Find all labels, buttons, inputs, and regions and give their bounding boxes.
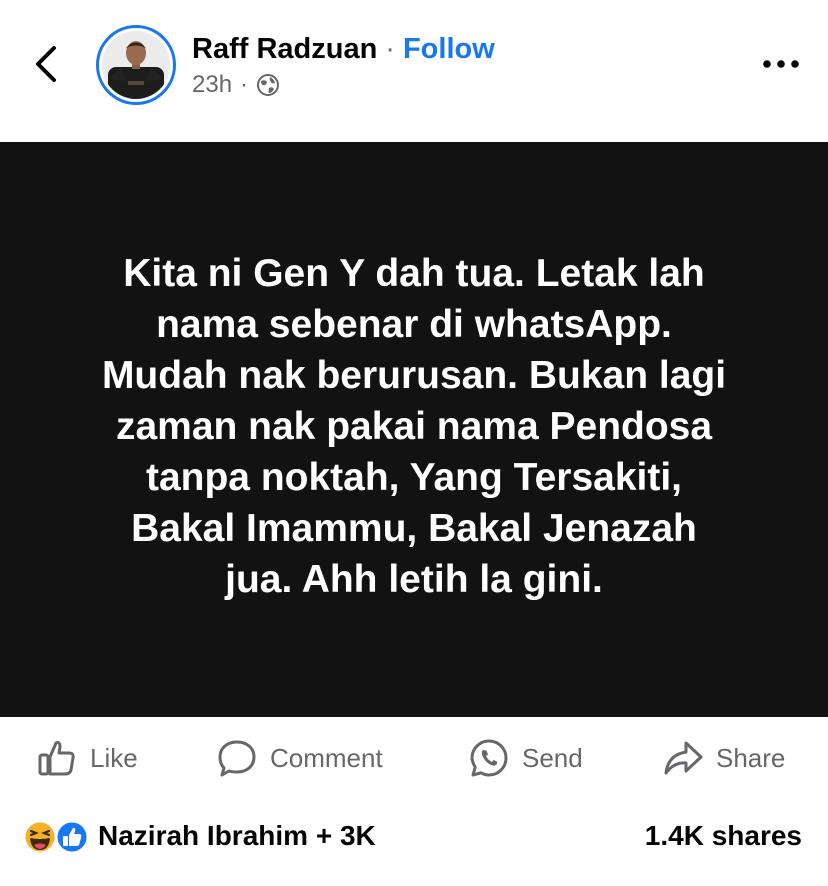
post-line: zaman nak pakai nama Pendosa bbox=[115, 405, 713, 448]
shares-count[interactable]: 1.4K shares bbox=[645, 820, 802, 852]
share-arrow-icon bbox=[664, 741, 703, 775]
post-footer: Nazirah Ibrahim + 3K 1.4K shares bbox=[0, 812, 828, 862]
like-label: Like bbox=[90, 742, 138, 773]
like-reaction-icon bbox=[54, 819, 90, 855]
post-actions: Like Comment Send Share bbox=[0, 730, 828, 786]
post-line: jua. Ahh letih la gini. bbox=[225, 558, 603, 601]
comment-label: Comment bbox=[270, 742, 383, 773]
send-label: Send bbox=[522, 742, 583, 773]
comment-icon bbox=[218, 740, 256, 777]
name-separator: · bbox=[385, 32, 395, 65]
text-post[interactable]: Kita ni Gen Y dah tua. Letak lah nama se… bbox=[0, 142, 828, 717]
thumbs-up-icon bbox=[38, 741, 75, 776]
post-timestamp[interactable]: 23h bbox=[192, 71, 232, 99]
haha-reaction-icon bbox=[22, 819, 58, 855]
post-line: Kita ni Gen Y dah tua. Letak lah bbox=[123, 252, 705, 295]
post-header: Raff Radzuan · Follow 23h · bbox=[0, 0, 828, 142]
reaction-summary[interactable] bbox=[22, 819, 92, 855]
post-line: nama sebenar di whatsApp. bbox=[156, 303, 672, 346]
chevron-left-icon bbox=[36, 46, 56, 82]
share-button[interactable]: Share bbox=[662, 730, 785, 786]
more-horizontal-icon bbox=[763, 60, 799, 68]
like-button[interactable]: Like bbox=[36, 730, 138, 786]
globe-icon bbox=[257, 74, 280, 96]
post-line: Bakal Imammu, Bakal Jenazah bbox=[131, 507, 697, 550]
more-options-button[interactable] bbox=[758, 50, 804, 78]
post-line: tanpa noktah, Yang Tersakiti, bbox=[145, 456, 683, 499]
post-line: Mudah nak berurusan. Bukan lagi bbox=[101, 354, 727, 397]
author-name[interactable]: Raff Radzuan bbox=[192, 33, 377, 66]
send-button[interactable]: Send bbox=[468, 730, 583, 786]
author-row: Raff Radzuan · Follow bbox=[192, 30, 495, 68]
follow-button[interactable]: Follow bbox=[403, 33, 495, 66]
reactors-text[interactable]: Nazirah Ibrahim + 3K bbox=[98, 820, 376, 852]
post-meta: 23h · bbox=[192, 70, 280, 100]
back-button[interactable] bbox=[26, 40, 70, 88]
whatsapp-icon bbox=[470, 739, 508, 777]
post-text: Kita ni Gen Y dah tua. Letak lah nama se… bbox=[64, 248, 764, 605]
meta-separator: · bbox=[240, 71, 249, 98]
author-avatar-button[interactable] bbox=[96, 25, 176, 105]
share-label: Share bbox=[716, 742, 786, 773]
avatar bbox=[102, 31, 170, 99]
comment-button[interactable]: Comment bbox=[216, 730, 383, 786]
